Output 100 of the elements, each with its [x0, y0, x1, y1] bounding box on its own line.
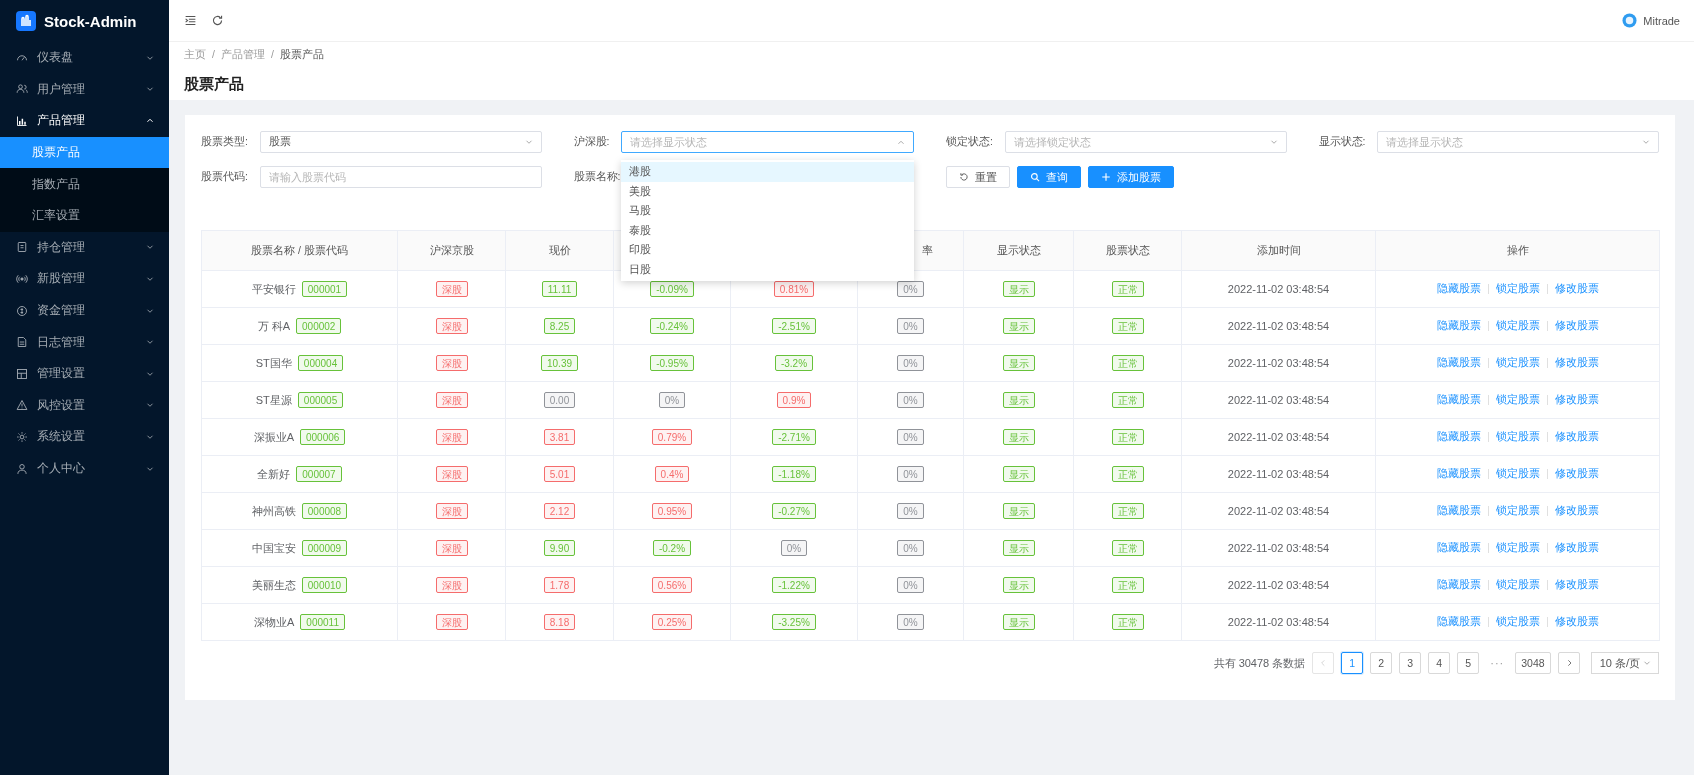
- code-tag: 000008: [301, 503, 348, 519]
- filter-label: 股票代码:: [201, 170, 248, 184]
- chevron-icon: [145, 245, 155, 250]
- action-link[interactable]: 修改股票: [1554, 467, 1599, 481]
- action-link[interactable]: 隐藏股票: [1436, 504, 1481, 518]
- chevron-icon: [1642, 661, 1652, 665]
- display-tag: 显示: [1002, 355, 1035, 371]
- status-tag: 正常: [1111, 355, 1144, 371]
- user-name[interactable]: Mitrade: [1643, 14, 1680, 27]
- menu-item[interactable]: 产品管理: [0, 105, 169, 137]
- next-page-button[interactable]: [1557, 652, 1580, 674]
- breadcrumb-link[interactable]: 产品管理: [220, 48, 265, 62]
- change-tag: -3.25%: [772, 614, 816, 630]
- action-link[interactable]: 修改股票: [1554, 319, 1599, 333]
- chevron-icon: [145, 434, 155, 439]
- status-tag: 正常: [1111, 429, 1144, 445]
- action-button[interactable]: 添加股票: [1088, 166, 1174, 188]
- action-link[interactable]: 修改股票: [1554, 504, 1599, 518]
- action-link[interactable]: 隐藏股票: [1436, 319, 1481, 333]
- action-link[interactable]: 隐藏股票: [1436, 467, 1481, 481]
- table-cell: 2022-11-02 03:48:54: [1181, 270, 1376, 308]
- change-tag: -0.27%: [772, 503, 816, 519]
- page-button[interactable]: 3048: [1515, 652, 1551, 674]
- page-size-select[interactable]: 10 条/页: [1590, 652, 1659, 674]
- action-link[interactable]: 隐藏股票: [1436, 615, 1481, 629]
- action-link[interactable]: 锁定股票: [1495, 393, 1540, 407]
- price-tag: 8.18: [543, 614, 576, 630]
- dropdown-option[interactable]: 美股: [621, 181, 914, 201]
- action-link[interactable]: 修改股票: [1554, 430, 1599, 444]
- submenu-item[interactable]: 股票产品: [0, 136, 169, 169]
- menu-item[interactable]: 资金管理: [0, 294, 169, 327]
- dropdown-option[interactable]: 印股: [621, 240, 914, 260]
- menu-item[interactable]: 新股管理: [0, 263, 169, 295]
- action-link[interactable]: 隐藏股票: [1436, 578, 1481, 592]
- action-link[interactable]: 修改股票: [1554, 282, 1599, 296]
- dropdown-option[interactable]: 港股: [621, 162, 914, 182]
- page-button[interactable]: 4: [1428, 652, 1451, 674]
- action-link[interactable]: 隐藏股票: [1436, 356, 1481, 370]
- action-link[interactable]: 修改股票: [1554, 578, 1599, 592]
- page-title: 股票产品: [184, 75, 245, 94]
- select-field[interactable]: 请选择显示状态: [621, 131, 914, 153]
- action-link[interactable]: 隐藏股票: [1436, 430, 1481, 444]
- action-link[interactable]: 锁定股票: [1495, 467, 1540, 481]
- action-button[interactable]: 重置: [946, 166, 1010, 188]
- submenu-item[interactable]: 汇率设置: [0, 199, 169, 232]
- code-tag: 000007: [296, 466, 342, 482]
- action-link[interactable]: 修改股票: [1554, 615, 1599, 629]
- dropdown-option[interactable]: 日股: [621, 259, 914, 279]
- chevron-icon: [1268, 140, 1279, 144]
- column-header: 率: [922, 243, 933, 256]
- page-ellipsis[interactable]: ···: [1486, 657, 1509, 669]
- status-tag: 正常: [1111, 318, 1144, 334]
- menu-item[interactable]: 系统设置: [0, 421, 169, 453]
- brand-name: Stock-Admin: [44, 12, 137, 30]
- page-button[interactable]: 5: [1457, 652, 1480, 674]
- menu-item[interactable]: 个人中心: [0, 452, 169, 485]
- change-tag: 0%: [658, 392, 686, 408]
- page-button[interactable]: 2: [1370, 652, 1393, 674]
- code-tag: 000001: [301, 281, 348, 297]
- action-link[interactable]: 锁定股票: [1495, 319, 1540, 333]
- action-link[interactable]: 隐藏股票: [1436, 541, 1481, 555]
- breadcrumb-separator: /: [212, 48, 215, 62]
- input-field[interactable]: 请输入股票代码: [259, 166, 542, 188]
- stock-name: 平安银行: [251, 281, 296, 297]
- action-link[interactable]: 锁定股票: [1495, 578, 1540, 592]
- page-button[interactable]: 3: [1399, 652, 1422, 674]
- dropdown-option[interactable]: 马股: [621, 201, 914, 221]
- action-button[interactable]: 查询: [1017, 166, 1081, 188]
- menu-item[interactable]: 管理设置: [0, 357, 169, 390]
- market-tag: 深股: [435, 392, 468, 408]
- total-count: 共有 30478 条数据: [1213, 655, 1306, 671]
- table-cell: 2022-11-02 03:48:54: [1181, 381, 1376, 419]
- action-link[interactable]: 锁定股票: [1495, 504, 1540, 518]
- action-link[interactable]: 锁定股票: [1495, 541, 1540, 555]
- action-link[interactable]: 锁定股票: [1495, 615, 1540, 629]
- menu-item[interactable]: 用户管理: [0, 73, 169, 106]
- change-tag: -1.18%: [772, 466, 816, 482]
- code-tag: 000009: [301, 540, 348, 556]
- action-link[interactable]: 隐藏股票: [1436, 282, 1481, 296]
- menu-item[interactable]: 风控设置: [0, 389, 169, 422]
- action-link[interactable]: 修改股票: [1554, 356, 1599, 370]
- change-tag: 0.56%: [651, 577, 693, 593]
- select-field[interactable]: 股票: [259, 131, 542, 153]
- menu-item[interactable]: 持仓管理: [0, 231, 169, 264]
- action-link[interactable]: 修改股票: [1554, 541, 1599, 555]
- action-link[interactable]: 锁定股票: [1495, 430, 1540, 444]
- menu-item[interactable]: 仪表盘: [0, 42, 169, 74]
- action-link[interactable]: 锁定股票: [1495, 356, 1540, 370]
- menu-item[interactable]: 日志管理: [0, 326, 169, 358]
- page-button[interactable]: 1: [1341, 652, 1364, 674]
- action-link[interactable]: 修改股票: [1554, 393, 1599, 407]
- dropdown-option[interactable]: 泰股: [621, 220, 914, 240]
- market-tag: 深股: [435, 503, 468, 519]
- action-link[interactable]: 锁定股票: [1495, 282, 1540, 296]
- rate-tag: 0%: [897, 503, 924, 519]
- stock-name: 美丽生态: [251, 577, 296, 593]
- action-link[interactable]: 隐藏股票: [1436, 393, 1481, 407]
- price-tag: 2.12: [543, 503, 576, 519]
- submenu-item[interactable]: 指数产品: [0, 168, 169, 200]
- breadcrumb-link[interactable]: 主页: [184, 48, 206, 62]
